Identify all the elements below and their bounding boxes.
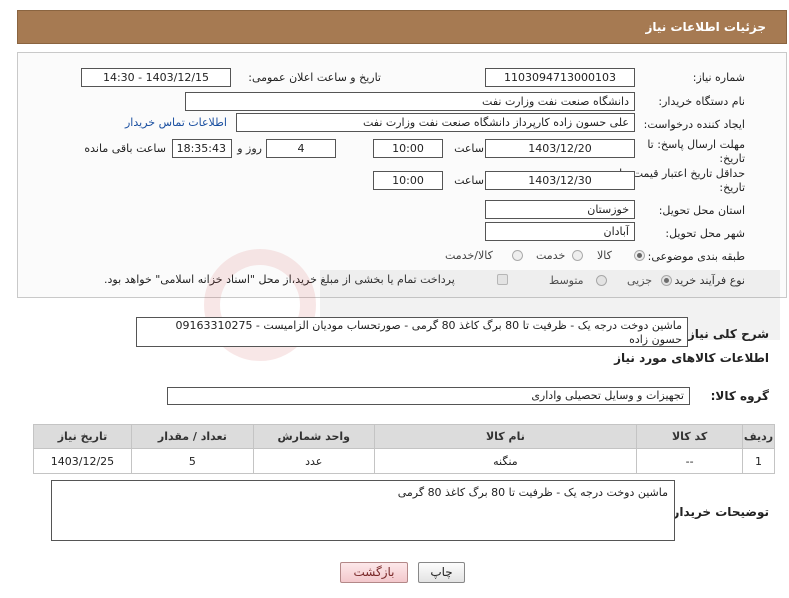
category-service-radio[interactable] xyxy=(572,250,583,261)
creator-label: ایجاد کننده درخواست: xyxy=(643,118,745,131)
goods-group-field[interactable]: تجهیزات و وسایل تحصیلی واداری xyxy=(167,387,690,405)
page-header: جزئیات اطلاعات نیاز xyxy=(17,10,787,44)
col-qty-header: تعداد / مقدار xyxy=(130,424,254,449)
col-code-header: کد کالا xyxy=(636,424,744,449)
process-minor-label: جزیی xyxy=(627,274,653,287)
treasury-payment-checkbox[interactable] xyxy=(497,274,508,285)
category-goods-label: کالا xyxy=(597,249,612,262)
goods-table: ردیف کد کالا نام کالا واحد شمارش تعداد /… xyxy=(33,424,775,474)
category-label: طبقه بندی موضوعی: xyxy=(647,250,745,263)
announce-datetime-field[interactable]: 1403/12/15 - 14:30 xyxy=(81,68,231,87)
city-field[interactable]: آبادان xyxy=(485,222,635,241)
deadline-time-label: ساعت xyxy=(454,142,484,155)
goods-section-title: اطلاعات کالاهای مورد نیاز xyxy=(614,351,769,365)
cell-name: منگنه xyxy=(373,448,638,474)
remaining-days-field[interactable]: 4 xyxy=(266,139,336,158)
cell-row: 1 xyxy=(742,448,775,474)
remaining-time-field[interactable]: 18:35:43 xyxy=(172,139,232,158)
remaining-label: ساعت باقی مانده xyxy=(84,142,166,155)
need-number-label: شماره نیاز: xyxy=(692,71,745,84)
deadline-label: مهلت ارسال پاسخ: تا xyxy=(647,138,745,151)
buyer-org-label: نام دستگاه خریدار: xyxy=(658,95,745,108)
creator-field[interactable]: علی حسون زاده کارپرداز دانشگاه صنعت نفت … xyxy=(236,113,635,132)
process-label: نوع فرآیند خرید : xyxy=(667,274,745,287)
buyer-org-field[interactable]: دانشگاه صنعت نفت وزارت نفت xyxy=(185,92,635,111)
validity-time-label: ساعت xyxy=(454,174,484,187)
deadline-date-field[interactable]: 1403/12/20 xyxy=(485,139,635,158)
days-label: روز و xyxy=(237,142,262,155)
description-label: شرح کلی نیاز: xyxy=(683,327,769,341)
process-minor-radio[interactable] xyxy=(661,275,672,286)
payment-note: پرداخت تمام یا بخشی از مبلغ خرید،از محل … xyxy=(104,273,455,286)
col-row-header: ردیف xyxy=(742,424,775,449)
announce-label: تاریخ و ساعت اعلان عمومی: xyxy=(248,71,381,84)
goods-group-label: گروه کالا: xyxy=(710,389,769,403)
cell-qty: 5 xyxy=(130,448,254,474)
print-button[interactable]: چاپ xyxy=(418,562,465,583)
cell-code: -- xyxy=(636,448,744,474)
city-label: شهر محل تحویل: xyxy=(665,227,745,240)
page-title: جزئیات اطلاعات نیاز xyxy=(645,20,766,34)
deadline-label-date: تاریخ: xyxy=(719,152,745,165)
buyer-contact-link[interactable]: اطلاعات تماس خریدار xyxy=(125,116,227,129)
validity-label-date: تاریخ: xyxy=(719,181,745,194)
category-both-radio[interactable] xyxy=(512,250,523,261)
table-header-row: ردیف کد کالا نام کالا واحد شمارش تعداد /… xyxy=(33,424,775,449)
buyer-notes-textarea[interactable]: ماشین دوخت درجه یک - ظرفیت تا 80 برگ کاغ… xyxy=(51,480,675,541)
deadline-time-field[interactable]: 10:00 xyxy=(373,139,443,158)
table-row: 1 -- منگنه عدد 5 1403/12/25 xyxy=(33,448,775,474)
process-medium-radio[interactable] xyxy=(596,275,607,286)
province-field[interactable]: خوزستان xyxy=(485,200,635,219)
cell-date: 1403/12/25 xyxy=(33,448,132,474)
validity-date-field[interactable]: 1403/12/30 xyxy=(485,171,635,190)
category-both-label: کالا/خدمت xyxy=(445,249,493,262)
buyer-notes-label: توضیحات خریدار: xyxy=(667,505,769,519)
cell-unit: عدد xyxy=(252,448,375,474)
col-date-header: تاریخ نیاز xyxy=(33,424,132,449)
validity-label: حداقل تاریخ اعتبار قیمت: تا xyxy=(619,167,745,180)
back-button[interactable]: بازگشت xyxy=(340,562,408,583)
col-unit-header: واحد شمارش xyxy=(252,424,375,449)
process-medium-label: متوسط xyxy=(549,274,584,287)
province-label: استان محل تحویل: xyxy=(658,204,745,217)
col-name-header: نام کالا xyxy=(373,424,638,449)
category-service-label: خدمت xyxy=(536,249,566,262)
validity-time-field[interactable]: 10:00 xyxy=(373,171,443,190)
need-number-field[interactable]: 1103094713000103 xyxy=(485,68,635,87)
category-goods-radio[interactable] xyxy=(634,250,645,261)
description-textarea[interactable]: ماشین دوخت درجه یک - ظرفیت تا 80 برگ کاغ… xyxy=(136,317,688,347)
